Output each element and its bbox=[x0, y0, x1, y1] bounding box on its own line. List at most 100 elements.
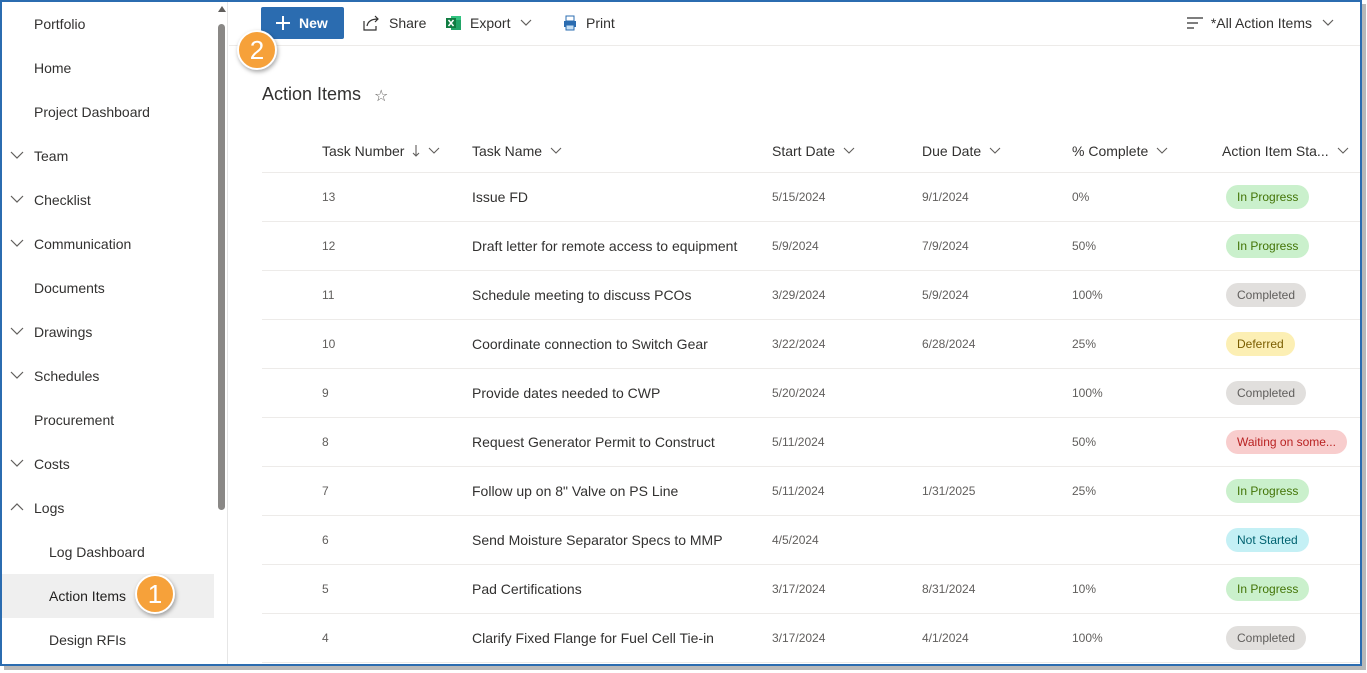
table-row[interactable]: 8 Request Generator Permit to Construct 5/… bbox=[262, 418, 1360, 467]
cell-task-name[interactable]: Request Generator Permit to Construct bbox=[472, 418, 715, 466]
view-selector[interactable]: *All Action Items bbox=[1186, 2, 1334, 44]
cell-start-date: 3/17/2024 bbox=[772, 631, 826, 645]
cell-task-name[interactable]: Pad Certifications bbox=[472, 565, 582, 613]
cell-due-date: 7/9/2024 bbox=[922, 239, 969, 253]
scroll-thumb[interactable] bbox=[218, 24, 225, 510]
cell-status: In Progress bbox=[1226, 565, 1310, 613]
column-header-task-number[interactable]: Task Number bbox=[322, 128, 440, 173]
sidebar-item-log-dashboard[interactable]: Log Dashboard bbox=[2, 530, 214, 574]
sidebar-item-documents[interactable]: Documents bbox=[2, 266, 214, 310]
cell-task-name[interactable]: Draft letter for remote access to equipm… bbox=[472, 222, 737, 270]
column-header-status[interactable]: Action Item Sta... bbox=[1222, 128, 1349, 173]
command-bar: New Share Export Print *All Action Items bbox=[229, 2, 1360, 46]
print-button[interactable]: Print bbox=[562, 2, 615, 44]
cell-status: Completed bbox=[1226, 271, 1307, 319]
table-row[interactable]: 13 Issue FD 5/15/2024 9/1/2024 0% In Progress bbox=[262, 173, 1360, 222]
table-row[interactable]: 6 Send Moisture Separator Specs to MMP 4/5… bbox=[262, 516, 1360, 565]
status-badge: Completed bbox=[1226, 381, 1307, 405]
column-header-percent-complete[interactable]: % Complete bbox=[1072, 128, 1168, 173]
sidebar-item-schedules[interactable]: Schedules bbox=[2, 354, 214, 398]
chevron-down-icon[interactable] bbox=[10, 324, 24, 338]
sidebar-item-label: Documents bbox=[34, 280, 105, 296]
chevron-down-icon[interactable] bbox=[10, 456, 24, 470]
sidebar-item-logs[interactable]: Logs bbox=[2, 486, 214, 530]
cell-task-number: 7 bbox=[322, 484, 329, 498]
cell-start-date: 5/9/2024 bbox=[772, 239, 819, 253]
status-badge: In Progress bbox=[1226, 234, 1310, 258]
sidebar-item-home[interactable]: Home bbox=[2, 46, 214, 90]
cell-status: Completed bbox=[1226, 369, 1307, 417]
table-row[interactable]: 12 Draft letter for remote access to equi… bbox=[262, 222, 1360, 271]
print-label: Print bbox=[586, 15, 615, 31]
share-button[interactable]: Share bbox=[363, 2, 426, 44]
cell-percent-complete: 100% bbox=[1072, 631, 1103, 645]
sidebar-item-team[interactable]: Team bbox=[2, 134, 214, 178]
cell-percent-complete: 50% bbox=[1072, 435, 1097, 449]
cell-status: In Progress bbox=[1226, 222, 1310, 270]
table-row[interactable]: 11 Schedule meeting to discuss PCOs 3/29/2… bbox=[262, 271, 1360, 320]
cell-task-name[interactable]: Provide dates needed to CWP bbox=[472, 369, 660, 417]
sidebar-item-communication[interactable]: Communication bbox=[2, 222, 214, 266]
sidebar-scrollbar[interactable] bbox=[216, 2, 228, 664]
cell-start-date: 5/11/2024 bbox=[772, 435, 825, 449]
sidebar-item-project-dashboard[interactable]: Project Dashboard bbox=[2, 90, 214, 134]
chevron-down-icon[interactable] bbox=[10, 148, 24, 162]
column-header-task-name[interactable]: Task Name bbox=[472, 128, 562, 173]
scroll-up-arrow-icon[interactable] bbox=[218, 6, 226, 12]
sidebar-item-action-items[interactable]: Action Items bbox=[2, 574, 214, 618]
cell-task-name[interactable]: Coordinate connection to Switch Gear bbox=[472, 320, 708, 368]
sidebar-item-costs[interactable]: Costs bbox=[2, 442, 214, 486]
cell-task-number: 11 bbox=[322, 288, 335, 302]
sidebar: Design RFIs Action Items Log Dashboard Logs… bbox=[2, 2, 228, 664]
cell-percent-complete: 25% bbox=[1072, 484, 1097, 498]
cell-task-number: 4 bbox=[322, 631, 329, 645]
chevron-down-icon[interactable] bbox=[10, 368, 24, 382]
sidebar-item-label: Drawings bbox=[34, 324, 93, 340]
column-header-start-date[interactable]: Start Date bbox=[772, 128, 855, 173]
chevron-down-icon bbox=[989, 147, 1001, 154]
export-label: Export bbox=[470, 15, 511, 31]
cell-task-number: 10 bbox=[322, 337, 336, 351]
sidebar-item-portfolio[interactable]: Portfolio bbox=[2, 2, 214, 46]
status-badge: Not Started bbox=[1226, 528, 1309, 552]
column-header-due-date[interactable]: Due Date bbox=[922, 128, 1001, 173]
cell-due-date: 1/31/2025 bbox=[922, 484, 976, 498]
column-header-label: Task Name bbox=[472, 142, 543, 159]
print-icon bbox=[564, 15, 576, 31]
cell-start-date: 5/20/2024 bbox=[772, 386, 826, 400]
sidebar-item-label: Costs bbox=[34, 456, 70, 472]
cell-status: Completed bbox=[1226, 614, 1307, 662]
sidebar-item-procurement[interactable]: Procurement bbox=[2, 398, 214, 442]
chevron-down-icon bbox=[550, 147, 562, 154]
view-lines-icon bbox=[1186, 17, 1203, 29]
favorite-star-icon[interactable]: ☆ bbox=[374, 86, 388, 106]
table-row[interactable]: 5 Pad Certifications 3/17/2024 8/31/2024 10%… bbox=[262, 565, 1360, 614]
sidebar-item-checklist[interactable]: Checklist bbox=[2, 178, 214, 222]
chevron-down-icon bbox=[843, 147, 855, 154]
cell-start-date: 3/29/2024 bbox=[772, 288, 826, 302]
cell-task-name[interactable]: Send Moisture Separator Specs to MMP bbox=[472, 516, 723, 564]
cell-status: Deferred bbox=[1226, 320, 1295, 368]
status-badge: In Progress bbox=[1226, 479, 1310, 503]
cell-start-date: 5/11/2024 bbox=[772, 484, 825, 498]
sidebar-item-label: Communication bbox=[34, 236, 132, 252]
chevron-down-icon[interactable] bbox=[10, 192, 24, 206]
sidebar-item-design-rfis[interactable]: Design RFIs bbox=[2, 618, 214, 662]
cell-task-name[interactable]: Follow up on 8" Valve on PS Line bbox=[472, 467, 678, 515]
table-row[interactable]: 10 Coordinate connection to Switch Gear 3/… bbox=[262, 320, 1360, 369]
table-row[interactable]: 9 Provide dates needed to CWP 5/20/2024 100… bbox=[262, 369, 1360, 418]
cell-due-date: 5/9/2024 bbox=[922, 288, 969, 302]
cell-task-name[interactable]: Clarify Fixed Flange for Fuel Cell Tie-i… bbox=[472, 614, 714, 662]
sidebar-item-label: Project Dashboard bbox=[34, 104, 150, 120]
table-row[interactable]: 7 Follow up on 8" Valve on PS Line 5/11/20… bbox=[262, 467, 1360, 516]
sidebar-item-drawings[interactable]: Drawings bbox=[2, 310, 214, 354]
cell-status: In Progress bbox=[1226, 467, 1310, 515]
cell-task-name[interactable]: Issue FD bbox=[472, 173, 528, 221]
chevron-down-icon[interactable] bbox=[10, 236, 24, 250]
new-button[interactable]: New bbox=[261, 7, 344, 39]
chevron-up-icon[interactable] bbox=[10, 500, 24, 514]
export-button[interactable]: Export bbox=[446, 2, 532, 44]
cell-task-name[interactable]: Schedule meeting to discuss PCOs bbox=[472, 271, 691, 319]
table-row[interactable]: 4 Clarify Fixed Flange for Fuel Cell Tie-… bbox=[262, 614, 1360, 663]
chevron-down-icon bbox=[1337, 147, 1348, 154]
